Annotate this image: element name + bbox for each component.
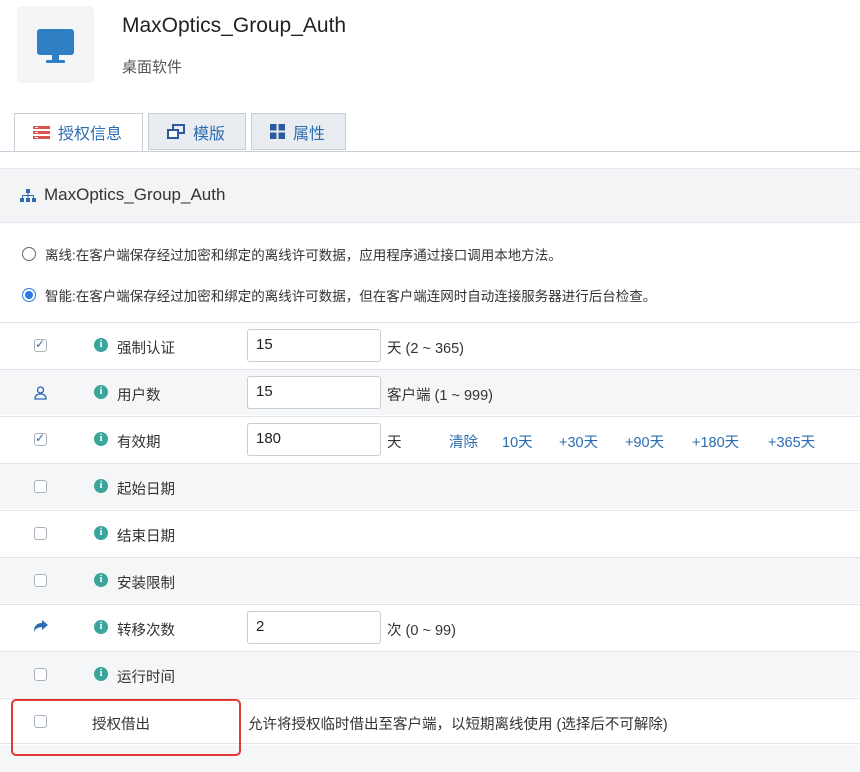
option-label: 强制认证: [117, 341, 175, 357]
grid-icon: [270, 124, 285, 139]
quick-plus-30-days-link[interactable]: +30天: [559, 431, 598, 452]
quick-plus-365-days-link[interactable]: +365天: [768, 431, 815, 452]
highlight-box: [11, 699, 241, 756]
tab-label: 模版: [193, 125, 226, 143]
option-unit: 天 (2 ~ 365): [387, 341, 464, 357]
runtime-checkbox[interactable]: [34, 668, 47, 681]
option-row-runtime: i 运行时间: [0, 651, 860, 697]
quick-plus-180-days-link[interactable]: +180天: [692, 431, 739, 452]
transfer-count-input[interactable]: 2: [247, 611, 381, 644]
install-limit-checkbox[interactable]: [34, 574, 47, 587]
desktop-monitor-icon: [37, 29, 74, 63]
app-icon: [17, 6, 94, 83]
user-icon: [34, 386, 47, 400]
tab-label: 属性: [293, 125, 326, 143]
sitemap-icon: [20, 189, 36, 202]
mode-offline-option[interactable]: 离线:在客户端保存经过加密和绑定的离线许可数据，应用程序通过接口调用本地方法。: [22, 244, 562, 264]
license-borrow-description: 允许将授权临时借出至客户端，以短期离线使用 (选择后不可解除): [248, 717, 668, 733]
option-label: 起始日期: [117, 482, 175, 498]
user-count-input[interactable]: 15: [247, 376, 381, 409]
radio-smart[interactable]: [22, 288, 36, 302]
info-icon[interactable]: i: [94, 479, 108, 493]
forced-auth-days-input[interactable]: 15: [247, 329, 381, 362]
option-unit: 次 (0 ~ 99): [387, 623, 456, 639]
option-label: 安装限制: [117, 576, 175, 592]
app-subtitle: 桌面软件: [122, 59, 183, 76]
quick-plus-90-days-link[interactable]: +90天: [625, 431, 664, 452]
validity-checkbox[interactable]: [34, 431, 47, 446]
option-label: 转移次数: [117, 623, 175, 639]
end-date-checkbox[interactable]: [34, 527, 47, 540]
info-icon[interactable]: i: [94, 432, 108, 446]
mode-offline-label: 离线:在客户端保存经过加密和绑定的离线许可数据，应用程序通过接口调用本地方法。: [45, 248, 562, 263]
tab-label: 授权信息: [58, 126, 123, 143]
option-unit: 客户端 (1 ~ 999): [387, 388, 493, 404]
mode-smart-option[interactable]: 智能:在客户端保存经过加密和绑定的离线许可数据，但在客户端连网时自动连接服务器进…: [22, 285, 656, 305]
validity-days-input[interactable]: 180: [247, 423, 381, 456]
start-date-checkbox[interactable]: [34, 480, 47, 493]
mode-smart-label: 智能:在客户端保存经过加密和绑定的离线许可数据，但在客户端连网时自动连接服务器进…: [45, 289, 657, 304]
option-row-forced-auth: i 强制认证 15 天 (2 ~ 365): [0, 322, 860, 368]
option-label: 有效期: [117, 435, 161, 451]
option-label: 结束日期: [117, 529, 175, 545]
clear-link[interactable]: 清除: [449, 431, 478, 452]
option-row-transfer-count: i 转移次数 2 次 (0 ~ 99): [0, 604, 860, 650]
info-icon[interactable]: i: [94, 385, 108, 399]
license-list-icon: [33, 125, 50, 139]
forced-auth-checkbox[interactable]: [34, 337, 47, 352]
option-label: 运行时间: [117, 670, 175, 686]
tab-license-info[interactable]: 授权信息: [14, 113, 143, 151]
panel-header: MaxOptics_Group_Auth: [0, 168, 860, 223]
radio-offline[interactable]: [22, 247, 36, 261]
panel-title: MaxOptics_Group_Auth: [44, 185, 226, 204]
info-icon[interactable]: i: [94, 620, 108, 634]
option-label: 用户数: [117, 388, 161, 404]
app-title: MaxOptics_Group_Auth: [122, 14, 347, 37]
info-icon[interactable]: i: [94, 667, 108, 681]
info-icon[interactable]: i: [94, 338, 108, 352]
share-arrow-icon: [34, 620, 48, 632]
info-icon[interactable]: i: [94, 526, 108, 540]
option-row-install-limit: i 安装限制: [0, 557, 860, 603]
info-icon[interactable]: i: [94, 573, 108, 587]
option-row-end-date: i 结束日期: [0, 510, 860, 556]
template-icon: [167, 124, 185, 139]
option-row-start-date: i 起始日期: [0, 463, 860, 509]
option-unit: 天: [387, 435, 402, 451]
tab-template[interactable]: 模版: [148, 113, 246, 150]
option-row-validity: i 有效期 180 天 清除 10天 +30天 +90天 +180天 +365天: [0, 416, 860, 462]
option-row-user-count: i 用户数 15 客户端 (1 ~ 999): [0, 369, 860, 415]
quick-10-days-link[interactable]: 10天: [502, 431, 533, 452]
tab-properties[interactable]: 属性: [251, 113, 346, 150]
tab-bar: 授权信息 模版 属性: [0, 113, 860, 152]
